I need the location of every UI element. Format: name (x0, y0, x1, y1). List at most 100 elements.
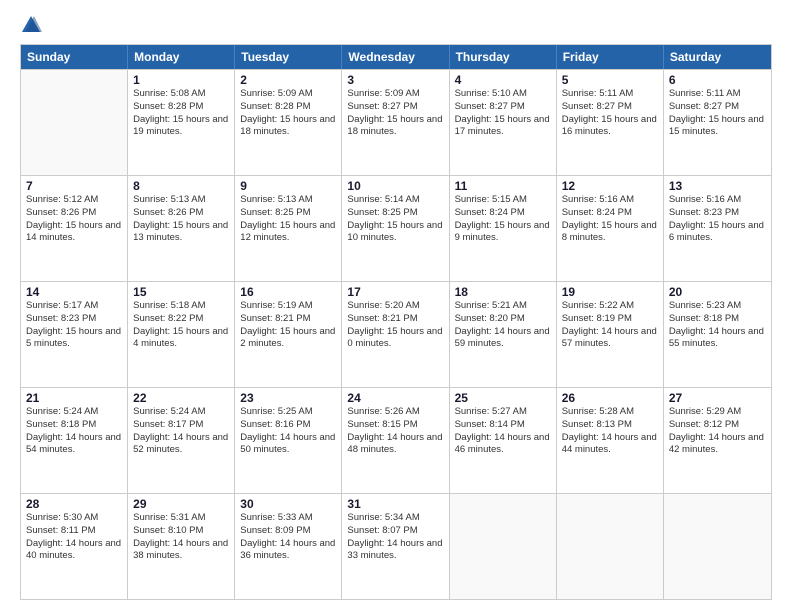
day-number: 8 (133, 179, 229, 193)
day-number: 22 (133, 391, 229, 405)
logo-icon (20, 14, 42, 36)
day-number: 28 (26, 497, 122, 511)
calendar-cell: 17Sunrise: 5:20 AMSunset: 8:21 PMDayligh… (342, 282, 449, 387)
calendar-cell: 12Sunrise: 5:16 AMSunset: 8:24 PMDayligh… (557, 176, 664, 281)
day-number: 29 (133, 497, 229, 511)
day-info: Sunrise: 5:19 AMSunset: 8:21 PMDaylight:… (240, 300, 336, 351)
calendar-cell: 16Sunrise: 5:19 AMSunset: 8:21 PMDayligh… (235, 282, 342, 387)
day-info: Sunrise: 5:26 AMSunset: 8:15 PMDaylight:… (347, 406, 443, 457)
calendar-cell: 5Sunrise: 5:11 AMSunset: 8:27 PMDaylight… (557, 70, 664, 175)
calendar-row: 21Sunrise: 5:24 AMSunset: 8:18 PMDayligh… (21, 387, 771, 493)
calendar-cell (450, 494, 557, 599)
day-number: 9 (240, 179, 336, 193)
calendar-cell: 25Sunrise: 5:27 AMSunset: 8:14 PMDayligh… (450, 388, 557, 493)
calendar-cell: 31Sunrise: 5:34 AMSunset: 8:07 PMDayligh… (342, 494, 449, 599)
day-info: Sunrise: 5:11 AMSunset: 8:27 PMDaylight:… (562, 88, 658, 139)
day-number: 4 (455, 73, 551, 87)
calendar-cell: 2Sunrise: 5:09 AMSunset: 8:28 PMDaylight… (235, 70, 342, 175)
calendar-cell (21, 70, 128, 175)
day-info: Sunrise: 5:28 AMSunset: 8:13 PMDaylight:… (562, 406, 658, 457)
calendar-row: 1Sunrise: 5:08 AMSunset: 8:28 PMDaylight… (21, 69, 771, 175)
calendar-cell: 9Sunrise: 5:13 AMSunset: 8:25 PMDaylight… (235, 176, 342, 281)
day-number: 10 (347, 179, 443, 193)
day-info: Sunrise: 5:33 AMSunset: 8:09 PMDaylight:… (240, 512, 336, 563)
calendar-cell: 24Sunrise: 5:26 AMSunset: 8:15 PMDayligh… (342, 388, 449, 493)
calendar-cell: 1Sunrise: 5:08 AMSunset: 8:28 PMDaylight… (128, 70, 235, 175)
day-info: Sunrise: 5:12 AMSunset: 8:26 PMDaylight:… (26, 194, 122, 245)
day-number: 30 (240, 497, 336, 511)
day-info: Sunrise: 5:09 AMSunset: 8:27 PMDaylight:… (347, 88, 443, 139)
day-info: Sunrise: 5:10 AMSunset: 8:27 PMDaylight:… (455, 88, 551, 139)
day-number: 24 (347, 391, 443, 405)
calendar-cell (664, 494, 771, 599)
day-info: Sunrise: 5:29 AMSunset: 8:12 PMDaylight:… (669, 406, 766, 457)
day-info: Sunrise: 5:14 AMSunset: 8:25 PMDaylight:… (347, 194, 443, 245)
day-number: 25 (455, 391, 551, 405)
calendar-cell: 27Sunrise: 5:29 AMSunset: 8:12 PMDayligh… (664, 388, 771, 493)
day-info: Sunrise: 5:24 AMSunset: 8:17 PMDaylight:… (133, 406, 229, 457)
page: SundayMondayTuesdayWednesdayThursdayFrid… (0, 0, 792, 612)
day-info: Sunrise: 5:31 AMSunset: 8:10 PMDaylight:… (133, 512, 229, 563)
day-number: 16 (240, 285, 336, 299)
calendar-cell: 15Sunrise: 5:18 AMSunset: 8:22 PMDayligh… (128, 282, 235, 387)
day-number: 1 (133, 73, 229, 87)
calendar-cell (557, 494, 664, 599)
calendar-cell: 18Sunrise: 5:21 AMSunset: 8:20 PMDayligh… (450, 282, 557, 387)
day-number: 15 (133, 285, 229, 299)
day-number: 6 (669, 73, 766, 87)
calendar-cell: 6Sunrise: 5:11 AMSunset: 8:27 PMDaylight… (664, 70, 771, 175)
day-number: 3 (347, 73, 443, 87)
header-day: Sunday (21, 45, 128, 69)
calendar-cell: 26Sunrise: 5:28 AMSunset: 8:13 PMDayligh… (557, 388, 664, 493)
day-number: 26 (562, 391, 658, 405)
calendar-cell: 21Sunrise: 5:24 AMSunset: 8:18 PMDayligh… (21, 388, 128, 493)
day-info: Sunrise: 5:13 AMSunset: 8:26 PMDaylight:… (133, 194, 229, 245)
calendar-row: 7Sunrise: 5:12 AMSunset: 8:26 PMDaylight… (21, 175, 771, 281)
header (20, 16, 772, 36)
day-number: 18 (455, 285, 551, 299)
calendar-cell: 11Sunrise: 5:15 AMSunset: 8:24 PMDayligh… (450, 176, 557, 281)
calendar-cell: 3Sunrise: 5:09 AMSunset: 8:27 PMDaylight… (342, 70, 449, 175)
day-number: 21 (26, 391, 122, 405)
day-number: 12 (562, 179, 658, 193)
calendar-cell: 13Sunrise: 5:16 AMSunset: 8:23 PMDayligh… (664, 176, 771, 281)
day-info: Sunrise: 5:15 AMSunset: 8:24 PMDaylight:… (455, 194, 551, 245)
day-info: Sunrise: 5:23 AMSunset: 8:18 PMDaylight:… (669, 300, 766, 351)
day-number: 7 (26, 179, 122, 193)
header-day: Friday (557, 45, 664, 69)
header-day: Saturday (664, 45, 771, 69)
calendar-cell: 4Sunrise: 5:10 AMSunset: 8:27 PMDaylight… (450, 70, 557, 175)
calendar-header: SundayMondayTuesdayWednesdayThursdayFrid… (21, 45, 771, 69)
day-number: 11 (455, 179, 551, 193)
day-number: 13 (669, 179, 766, 193)
calendar-cell: 14Sunrise: 5:17 AMSunset: 8:23 PMDayligh… (21, 282, 128, 387)
header-day: Thursday (450, 45, 557, 69)
day-info: Sunrise: 5:27 AMSunset: 8:14 PMDaylight:… (455, 406, 551, 457)
day-info: Sunrise: 5:30 AMSunset: 8:11 PMDaylight:… (26, 512, 122, 563)
day-info: Sunrise: 5:25 AMSunset: 8:16 PMDaylight:… (240, 406, 336, 457)
day-number: 31 (347, 497, 443, 511)
calendar-cell: 23Sunrise: 5:25 AMSunset: 8:16 PMDayligh… (235, 388, 342, 493)
calendar-cell: 30Sunrise: 5:33 AMSunset: 8:09 PMDayligh… (235, 494, 342, 599)
calendar-row: 28Sunrise: 5:30 AMSunset: 8:11 PMDayligh… (21, 493, 771, 599)
day-number: 27 (669, 391, 766, 405)
day-number: 5 (562, 73, 658, 87)
calendar-cell: 8Sunrise: 5:13 AMSunset: 8:26 PMDaylight… (128, 176, 235, 281)
calendar-cell: 20Sunrise: 5:23 AMSunset: 8:18 PMDayligh… (664, 282, 771, 387)
day-info: Sunrise: 5:34 AMSunset: 8:07 PMDaylight:… (347, 512, 443, 563)
day-info: Sunrise: 5:13 AMSunset: 8:25 PMDaylight:… (240, 194, 336, 245)
calendar-cell: 29Sunrise: 5:31 AMSunset: 8:10 PMDayligh… (128, 494, 235, 599)
day-info: Sunrise: 5:18 AMSunset: 8:22 PMDaylight:… (133, 300, 229, 351)
day-info: Sunrise: 5:22 AMSunset: 8:19 PMDaylight:… (562, 300, 658, 351)
calendar-body: 1Sunrise: 5:08 AMSunset: 8:28 PMDaylight… (21, 69, 771, 599)
day-info: Sunrise: 5:20 AMSunset: 8:21 PMDaylight:… (347, 300, 443, 351)
day-number: 23 (240, 391, 336, 405)
day-info: Sunrise: 5:24 AMSunset: 8:18 PMDaylight:… (26, 406, 122, 457)
day-info: Sunrise: 5:21 AMSunset: 8:20 PMDaylight:… (455, 300, 551, 351)
header-day: Tuesday (235, 45, 342, 69)
calendar: SundayMondayTuesdayWednesdayThursdayFrid… (20, 44, 772, 600)
logo (20, 16, 46, 36)
calendar-cell: 19Sunrise: 5:22 AMSunset: 8:19 PMDayligh… (557, 282, 664, 387)
calendar-row: 14Sunrise: 5:17 AMSunset: 8:23 PMDayligh… (21, 281, 771, 387)
day-info: Sunrise: 5:08 AMSunset: 8:28 PMDaylight:… (133, 88, 229, 139)
